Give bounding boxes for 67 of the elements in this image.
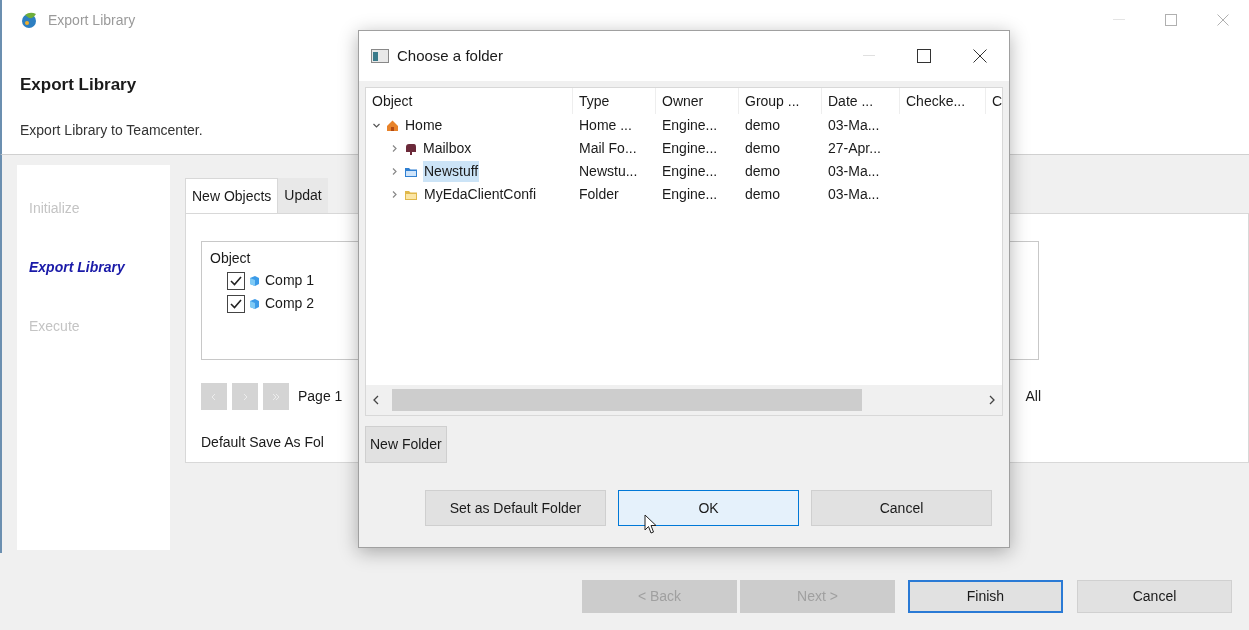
column-header[interactable]: Checke... [900,88,986,114]
column-header[interactable]: Date ... [822,88,900,114]
table-cell-text: demo [744,162,782,181]
table-cell-text: demo [744,116,782,135]
horizontal-scrollbar[interactable] [366,385,1002,415]
component-icon [248,274,260,287]
list-heading: Object [210,249,251,268]
tree-item-label[interactable]: Home [404,115,444,136]
maximize-icon[interactable] [917,49,931,63]
close-icon[interactable] [973,49,987,63]
table-cell-text: 03-Ma... [827,162,881,181]
tree-item-label[interactable]: Mailbox [422,138,473,159]
checkbox[interactable] [227,294,245,313]
page-title: Export Library [20,74,137,96]
checkbox[interactable] [227,271,245,290]
step-item: Initialize [29,199,80,218]
tree-item-label[interactable]: Newstuff [423,161,480,182]
table-cell-text: Folder [578,185,620,204]
table-cell-text: Mail Fo... [578,139,638,158]
chevron-right-icon [241,392,249,401]
table-cell-text: Engine... [661,116,719,135]
chevron-left-icon [210,392,218,401]
dialog-button[interactable]: Cancel [811,490,992,526]
folder-icon [404,165,418,178]
tab[interactable]: Updat [278,178,328,213]
column-header[interactable]: C [986,88,1002,114]
cursor-icon [644,514,658,535]
table-cell-text: Engine... [661,162,719,181]
column-header[interactable]: Type [573,88,656,114]
tab[interactable]: New Objects [185,178,279,213]
select-label: All [1025,387,1041,406]
dialog-button[interactable]: OK [618,490,799,526]
window-icon [371,49,389,63]
wizard-button[interactable]: Finish [908,580,1063,613]
component-icon [248,297,260,310]
table-cell-text: Engine... [661,139,719,158]
column-header[interactable]: Object [366,88,573,114]
list-item-label: Comp 2 [265,294,315,313]
window-title: Export Library [48,10,136,30]
mailbox-icon [404,142,417,155]
page-label: Page 1 [298,387,343,406]
table-cell-text: 03-Ma... [827,116,881,135]
default-save-label: Default Save As Fol [201,433,324,452]
table-cell-text: demo [744,185,782,204]
step-item: Execute [29,317,80,336]
table-cell-text: demo [744,139,782,158]
page-subtitle: Export Library to Teamcenter. [20,120,203,140]
chevron-right-icon[interactable] [988,395,996,405]
table-cell-text: Home ... [578,116,633,135]
table-cell-text: Newstu... [578,162,639,181]
wizard-button[interactable]: Cancel [1077,580,1232,613]
table-cell-text: 27-Apr... [827,139,882,158]
new-folder-button[interactable]: New Folder [365,426,447,463]
folder-icon [404,188,418,201]
chevron-down-icon[interactable] [372,121,381,130]
chevron-left-icon[interactable] [372,395,380,405]
step-item: Export Library [29,258,125,277]
tree-item-label[interactable]: MyEdaClientConfi [423,184,538,205]
table-cell-text: Engine... [661,185,719,204]
column-header[interactable]: Owner [656,88,739,114]
house-icon [386,119,399,132]
column-header[interactable]: Group ... [739,88,822,114]
chevrons-right-icon [272,392,280,401]
dialog-button[interactable]: Set as Default Folder [425,490,606,526]
table-cell-text: 03-Ma... [827,185,881,204]
dialog-title: Choose a folder [397,45,503,66]
list-item-label: Comp 1 [265,271,315,290]
